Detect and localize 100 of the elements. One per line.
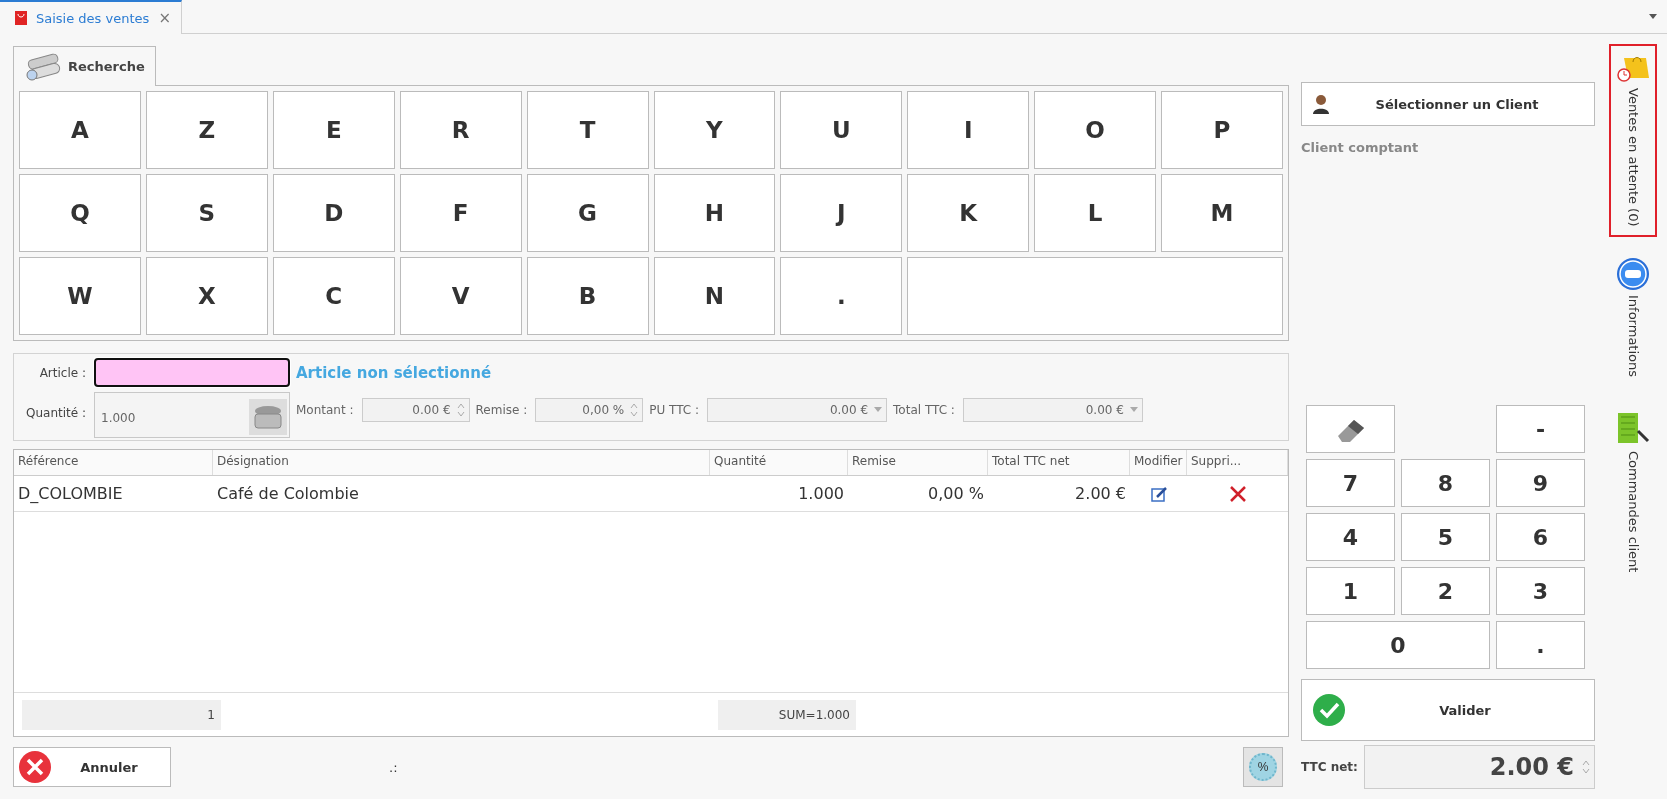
number-key[interactable]: 0 — [1306, 621, 1490, 669]
letter-key[interactable]: A — [19, 91, 141, 169]
article-input-field[interactable] — [94, 358, 290, 387]
column-header[interactable]: Référence — [14, 450, 213, 475]
amount-label: Montant : — [296, 403, 354, 417]
amount-value: 0.00 € — [829, 403, 869, 417]
letter-key[interactable]: F — [399, 174, 522, 252]
amount-field[interactable]: 0.00 € — [707, 398, 888, 422]
status-text: .: — [389, 759, 398, 775]
document-tab[interactable]: Saisie des ventes × — [0, 0, 182, 34]
number-key[interactable]: 9 — [1496, 459, 1585, 507]
letter-key[interactable]: S — [145, 174, 268, 252]
scale-icon[interactable] — [249, 399, 287, 435]
side-tab[interactable]: Ventes en attente (0) — [1609, 44, 1657, 237]
spin-arrows-icon[interactable] — [456, 402, 465, 418]
letter-key[interactable]: K — [907, 174, 1030, 252]
amount-label: Remise : — [475, 403, 528, 417]
quantity-sum: SUM=1.000 — [718, 699, 856, 730]
amount-label: PU TTC : — [649, 403, 700, 417]
article-status: Article non sélectionné — [296, 364, 493, 382]
table-cell-text: 2.00 € — [1074, 484, 1127, 503]
column-header[interactable]: Remise — [848, 450, 988, 475]
amount-label: Total TTC : — [893, 403, 955, 417]
amount-value: 0,00 % — [582, 403, 625, 417]
amount-field[interactable]: 0.00 € — [962, 398, 1143, 422]
row-count: 1 — [22, 699, 221, 730]
table-cell-text: D_COLOMBIE — [17, 484, 124, 503]
amount-field[interactable]: 0,00 % — [535, 398, 644, 422]
quantity-label: Quantité : — [26, 406, 86, 420]
letter-key[interactable]: X — [145, 257, 268, 335]
letter-key[interactable]: C — [272, 257, 395, 335]
letter-key[interactable]: L — [1034, 174, 1157, 252]
delete-icon[interactable] — [1228, 484, 1247, 503]
letter-key[interactable]: B — [526, 257, 649, 335]
table-cell-text: 0,00 % — [927, 484, 985, 503]
column-header[interactable]: Modifier — [1130, 450, 1187, 475]
letter-key[interactable]: Q — [19, 174, 141, 252]
number-key[interactable]: 4 — [1306, 513, 1395, 561]
search-tab-label: Recherche — [68, 59, 145, 74]
search-tab[interactable]: Recherche — [13, 46, 156, 86]
letter-key[interactable]: P — [1161, 91, 1283, 169]
quantity-value: 1.000 — [101, 411, 136, 425]
space-key[interactable] — [907, 257, 1283, 335]
article-label: Article : — [39, 366, 86, 380]
letter-key[interactable]: E — [272, 91, 395, 169]
letter-key[interactable]: D — [272, 174, 395, 252]
side-tab[interactable]: Informations — [1609, 246, 1657, 387]
number-key[interactable]: 8 — [1401, 459, 1490, 507]
checkmark-icon — [1312, 693, 1346, 727]
close-icon[interactable]: × — [158, 9, 171, 27]
total-value: 2.00 € — [1489, 753, 1574, 781]
letter-key[interactable]: V — [399, 257, 522, 335]
number-key[interactable]: 7 — [1306, 459, 1395, 507]
letter-key[interactable]: Y — [653, 91, 776, 169]
info-icon — [1616, 256, 1650, 291]
dropdown-arrow-icon[interactable] — [1649, 14, 1657, 19]
letter-key[interactable]: G — [526, 174, 649, 252]
spin-arrows-icon[interactable] — [630, 402, 639, 418]
cancel-button[interactable]: Annuler — [13, 747, 171, 787]
number-key[interactable]: . — [1496, 621, 1585, 669]
spin-arrows-icon[interactable] — [1582, 759, 1590, 775]
letter-key[interactable]: J — [780, 174, 903, 252]
letter-key[interactable]: H — [653, 174, 776, 252]
column-header[interactable]: Suppri... — [1187, 450, 1288, 475]
letter-key[interactable]: O — [1034, 91, 1157, 169]
cancel-icon — [18, 750, 52, 784]
letter-key[interactable]: N — [653, 257, 776, 335]
letter-key[interactable]: Z — [145, 91, 268, 169]
amount-value: 0.00 € — [1085, 403, 1124, 417]
table-cell-text: Café de Colombie — [216, 484, 360, 503]
letter-key[interactable]: . — [780, 257, 903, 335]
letter-key[interactable]: M — [1161, 174, 1283, 252]
document-tab-title: Saisie des ventes — [36, 10, 150, 26]
shopping-bag-clock-icon — [1616, 54, 1650, 84]
column-header[interactable]: Total TTC net — [988, 450, 1130, 475]
side-tab[interactable]: Commandes client — [1609, 396, 1657, 582]
number-key[interactable]: 6 — [1496, 513, 1585, 561]
edit-icon[interactable] — [1149, 484, 1168, 503]
letter-key[interactable]: W — [19, 257, 141, 335]
select-client-button[interactable]: Sélectionner un Client — [1301, 82, 1595, 126]
number-key[interactable]: - — [1496, 405, 1585, 453]
client-name: Client comptant — [1301, 140, 1420, 155]
discount-button[interactable]: % — [1243, 747, 1283, 787]
total-label: TTC net: — [1301, 760, 1358, 774]
number-key[interactable]: 2 — [1401, 567, 1490, 615]
letter-key[interactable]: R — [399, 91, 522, 169]
column-header[interactable]: Quantité — [710, 450, 848, 475]
quantity-field[interactable]: 1.000 — [94, 392, 290, 438]
person-icon — [1312, 94, 1330, 114]
letter-key[interactable]: I — [907, 91, 1030, 169]
number-key[interactable]: 5 — [1401, 513, 1490, 561]
validate-button[interactable]: Valider — [1301, 679, 1595, 741]
letter-key[interactable]: U — [780, 91, 903, 169]
number-key[interactable]: 1 — [1306, 567, 1395, 615]
column-header[interactable]: Désignation — [213, 450, 710, 475]
letter-key[interactable]: T — [526, 91, 649, 169]
amount-field[interactable]: 0.00 € — [361, 398, 470, 422]
clear-key[interactable] — [1306, 405, 1395, 453]
shopping-bag-icon — [14, 10, 28, 26]
number-key[interactable]: 3 — [1496, 567, 1585, 615]
